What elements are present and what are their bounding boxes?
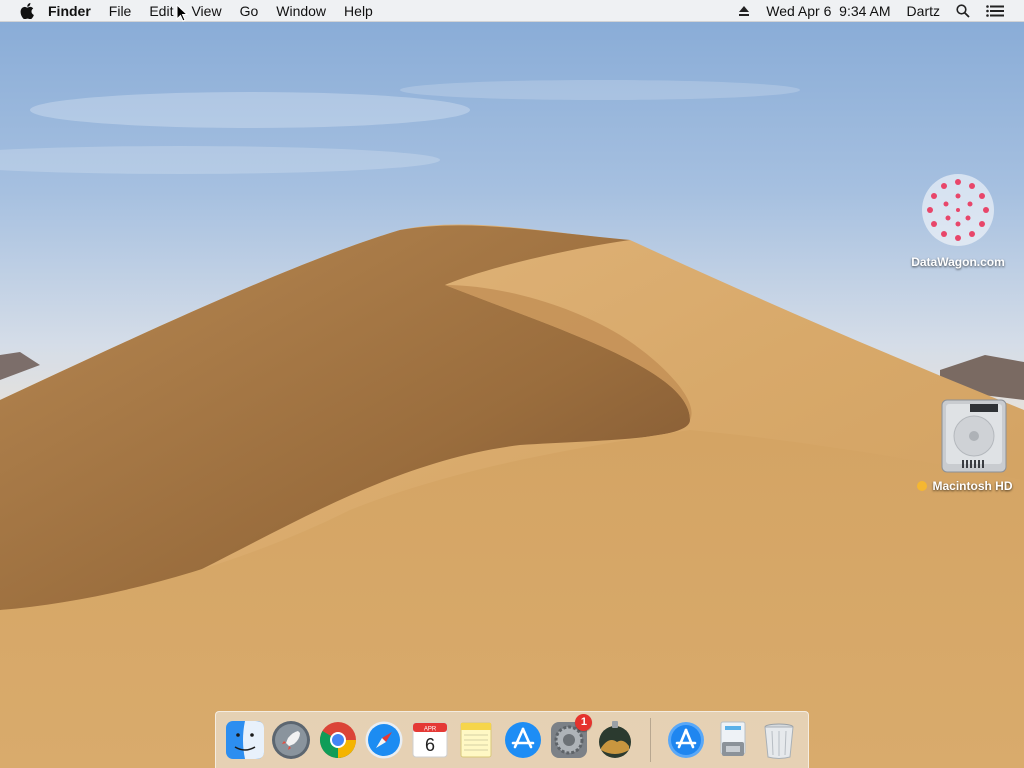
dock-chrome[interactable] — [316, 718, 359, 762]
notification-badge: 1 — [575, 714, 593, 731]
apple-icon — [20, 2, 34, 19]
menu-window[interactable]: Window — [267, 0, 335, 22]
spotlight-button[interactable] — [948, 0, 978, 22]
menu-file[interactable]: File — [100, 0, 141, 22]
desktop-icon-datawagon[interactable]: DataWagon.com — [900, 170, 1016, 269]
calendar-day: 6 — [425, 735, 435, 755]
chrome-icon — [319, 722, 356, 759]
applications-folder-icon — [668, 722, 705, 758]
desktop-icon-label: Macintosh HD — [906, 479, 1024, 493]
macos-installer-icon — [599, 721, 632, 758]
eject-icon — [739, 5, 750, 16]
dock-launchpad[interactable] — [270, 718, 313, 762]
dock-macos-installer[interactable] — [594, 718, 637, 762]
downloads-stack-icon — [720, 721, 746, 756]
user-menu[interactable]: Dartz — [899, 0, 948, 22]
apple-menu[interactable] — [12, 0, 42, 22]
eject-menu-extra[interactable] — [730, 0, 758, 22]
calendar-icon: APR 6 — [412, 722, 448, 758]
launchpad-icon — [272, 721, 311, 759]
menu-view[interactable]: View — [182, 0, 230, 22]
menu-bar: Finder File Edit View Go Window Help Wed… — [0, 0, 1024, 22]
dock-calendar[interactable]: APR 6 — [409, 718, 452, 762]
menu-finder[interactable]: Finder — [42, 0, 100, 22]
finder-icon — [226, 721, 265, 759]
dock-system-preferences[interactable]: 1 — [547, 714, 593, 762]
notes-icon — [460, 722, 492, 758]
dock-separator — [650, 718, 652, 762]
notification-center-icon — [986, 4, 1004, 17]
tag-dot — [917, 481, 928, 491]
notification-center-button[interactable] — [978, 0, 1012, 22]
dock-app-store[interactable] — [501, 718, 544, 762]
hard-drive-icon — [941, 399, 1007, 473]
dock-trash[interactable] — [757, 718, 800, 762]
dock-applications[interactable] — [665, 718, 708, 762]
calendar-month: APR — [424, 727, 437, 733]
desktop-icon-label: DataWagon.com — [911, 255, 1005, 269]
spotlight-icon — [956, 3, 970, 18]
clock[interactable]: Wed Apr 6 9:34 AM — [758, 0, 898, 22]
safari-icon — [365, 721, 403, 759]
menu-go[interactable]: Go — [231, 0, 268, 22]
dock-safari[interactable] — [362, 718, 405, 762]
dock: APR 6 1 — [215, 711, 809, 768]
dock-notes[interactable] — [455, 718, 498, 762]
mouse-cursor-icon — [176, 4, 188, 22]
datawagon-logo-icon — [922, 174, 994, 246]
desktop-icon-macintosh-hd[interactable]: Macintosh HD — [906, 396, 1024, 493]
mojave-wallpaper — [0, 0, 1024, 768]
menu-help[interactable]: Help — [335, 0, 382, 22]
trash-icon — [764, 723, 794, 759]
desktop[interactable]: DataWagon.com Macintosh HD — [0, 0, 1024, 768]
dock-finder[interactable] — [224, 718, 267, 762]
app-store-icon — [504, 722, 541, 758]
dock-downloads[interactable] — [711, 718, 754, 762]
